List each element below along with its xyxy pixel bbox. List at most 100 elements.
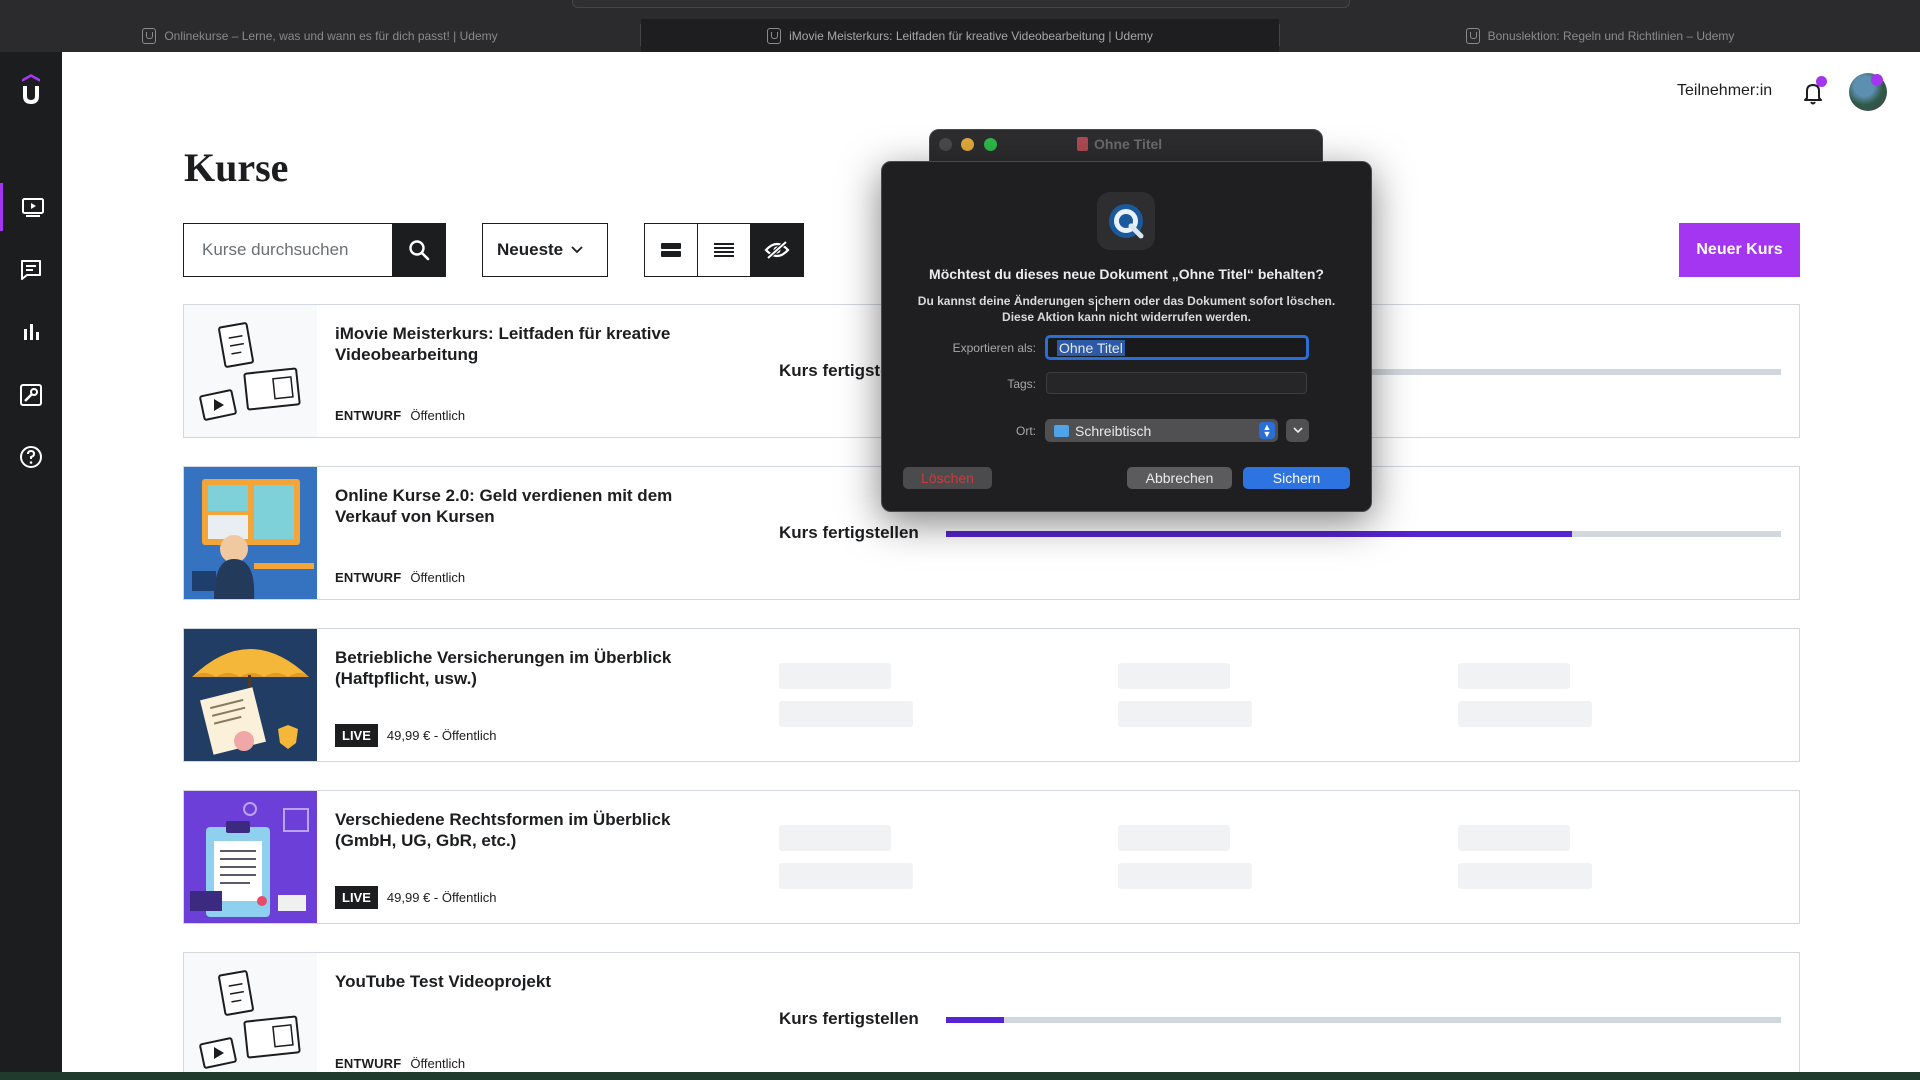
expand-button[interactable] — [1286, 419, 1309, 442]
course-title[interactable]: Verschiedene Rechtsformen im Überblick (… — [335, 809, 735, 851]
course-meta: ENTWURF Öffentlich — [335, 408, 465, 423]
tab-title: iMovie Meisterkurs: Leitfaden für kreati… — [789, 28, 1153, 43]
sort-dropdown[interactable]: Neueste — [482, 223, 608, 277]
minimize-window-button[interactable] — [961, 138, 974, 151]
chat-icon — [21, 260, 41, 280]
address-bar[interactable] — [572, 0, 1350, 8]
close-window-button[interactable] — [939, 138, 952, 151]
new-course-button[interactable]: Neuer Kurs — [1679, 223, 1800, 277]
list-icon — [714, 243, 734, 257]
progress-bar — [946, 531, 1781, 537]
sidebar-item-courses[interactable] — [0, 183, 62, 231]
sidebar-item-tools[interactable] — [0, 371, 62, 419]
sidebar-item-performance[interactable] — [0, 308, 62, 356]
progress-fill — [946, 531, 1573, 537]
course-meta: ENTWURF Öffentlich — [335, 1056, 465, 1071]
page-title: Kurse — [184, 145, 289, 190]
status-badge: LIVE — [335, 886, 378, 909]
udemy-tab-icon — [767, 27, 782, 44]
course-meta: LIVE 49,99 € - Öffentlich — [335, 886, 497, 909]
status-badge: ENTWURF — [335, 408, 402, 423]
tags-field[interactable] — [1046, 372, 1307, 394]
save-button[interactable]: Sichern — [1243, 467, 1350, 489]
avatar-badge — [1871, 74, 1883, 86]
course-meta: ENTWURF Öffentlich — [335, 570, 465, 585]
progress-fill — [946, 1017, 1005, 1023]
browser-tab-active[interactable]: iMovie Meisterkurs: Leitfaden für kreati… — [641, 19, 1279, 52]
visibility-label: Öffentlich — [410, 570, 466, 585]
course-meta: LIVE 49,99 € - Öffentlich — [335, 724, 497, 747]
search-icon — [409, 240, 430, 261]
location-value: Schreibtisch — [1075, 422, 1152, 439]
window-title: Ohne Titel — [1077, 136, 1162, 152]
dialog-message: Du kannst deine Änderungen sichern oder … — [917, 294, 1336, 324]
course-card[interactable]: Betriebliche Versicherungen im Überblick… — [183, 628, 1800, 762]
eye-off-icon — [764, 240, 790, 260]
desktop-background — [0, 1072, 1920, 1080]
course-title[interactable]: YouTube Test Videoprojekt — [335, 971, 735, 992]
price-label: 49,99 € - Öffentlich — [386, 890, 497, 905]
location-select[interactable]: Schreibtisch ▲ ▼ — [1045, 419, 1278, 442]
search-button[interactable] — [392, 223, 446, 277]
notification-badge — [1816, 76, 1827, 87]
dialog-title: Möchtest du dieses neue Dokument „Ohne T… — [929, 266, 1324, 282]
course-title[interactable]: Betriebliche Versicherungen im Überblick… — [335, 647, 735, 689]
loading-placeholder — [779, 701, 913, 727]
loading-placeholder — [1118, 701, 1252, 727]
loading-placeholder — [1458, 863, 1592, 889]
chevron-down-icon — [1292, 427, 1303, 434]
price-label: 49,99 € - Öffentlich — [386, 728, 497, 743]
zoom-window-button[interactable] — [984, 138, 997, 151]
sidebar — [0, 52, 62, 1072]
sort-label: Neueste — [497, 240, 564, 259]
course-card[interactable]: YouTube Test Videoprojekt ENTWURF Öffent… — [183, 952, 1800, 1072]
browser-tab-bar: Onlinekurse – Lerne, was und wann es für… — [0, 0, 1920, 52]
complete-course-label[interactable]: Kurs fertigstellen — [779, 523, 919, 543]
course-title[interactable]: iMovie Meisterkurs: Leitfaden für kreati… — [335, 323, 735, 365]
search-input[interactable]: Kurse durchsuchen — [183, 223, 393, 277]
delete-button[interactable]: Löschen — [903, 467, 992, 489]
sidebar-item-communication[interactable] — [0, 246, 62, 294]
browser-tab[interactable]: Onlinekurse – Lerne, was und wann es für… — [0, 19, 640, 52]
student-view-link[interactable]: Teilnehmer:in — [1677, 82, 1772, 100]
tags-label: Tags: — [1007, 377, 1036, 391]
course-thumbnail — [184, 953, 317, 1072]
udemy-logo[interactable] — [18, 72, 44, 108]
cancel-button[interactable]: Abbrechen — [1127, 467, 1232, 489]
loading-placeholder — [1118, 863, 1252, 889]
export-name-field[interactable]: Ohne Titel — [1045, 335, 1309, 360]
course-thumbnail — [184, 467, 317, 599]
status-badge: ENTWURF — [335, 1056, 402, 1071]
loading-placeholder — [1118, 825, 1230, 851]
location-label: Ort: — [1016, 424, 1036, 438]
text-cursor — [1095, 298, 1098, 312]
video-icon — [21, 198, 44, 217]
loading-placeholder — [779, 863, 913, 889]
quicktime-icon — [1097, 192, 1155, 250]
tab-title: Onlinekurse – Lerne, was und wann es für… — [164, 28, 498, 43]
hide-button[interactable] — [750, 223, 804, 277]
loading-placeholder — [1458, 825, 1570, 851]
view-compact-button[interactable] — [644, 223, 698, 277]
loading-placeholder — [1458, 663, 1570, 689]
loading-placeholder — [1458, 701, 1592, 727]
browser-tab[interactable]: Bonuslektion: Regeln und Richtlinien – U… — [1280, 19, 1920, 52]
course-thumbnail — [184, 791, 317, 923]
status-badge: ENTWURF — [335, 570, 402, 585]
course-thumbnail — [184, 305, 317, 437]
view-list-button[interactable] — [697, 223, 751, 277]
folder-icon — [1054, 424, 1069, 437]
course-title[interactable]: Online Kurse 2.0: Geld verdienen mit dem… — [335, 485, 735, 527]
course-thumbnail — [184, 629, 317, 761]
udemy-tab-icon — [1465, 27, 1480, 44]
sidebar-item-resources[interactable] — [0, 433, 62, 481]
document-icon — [1077, 137, 1088, 151]
loading-placeholder — [1118, 663, 1230, 689]
loading-placeholder — [779, 825, 891, 851]
visibility-label: Öffentlich — [410, 1056, 466, 1071]
visibility-label: Öffentlich — [410, 408, 466, 423]
course-card[interactable]: Verschiedene Rechtsformen im Überblick (… — [183, 790, 1800, 924]
bar-chart-icon — [24, 324, 39, 340]
progress-bar — [946, 1017, 1781, 1023]
complete-course-label[interactable]: Kurs fertigstellen — [779, 1009, 919, 1029]
